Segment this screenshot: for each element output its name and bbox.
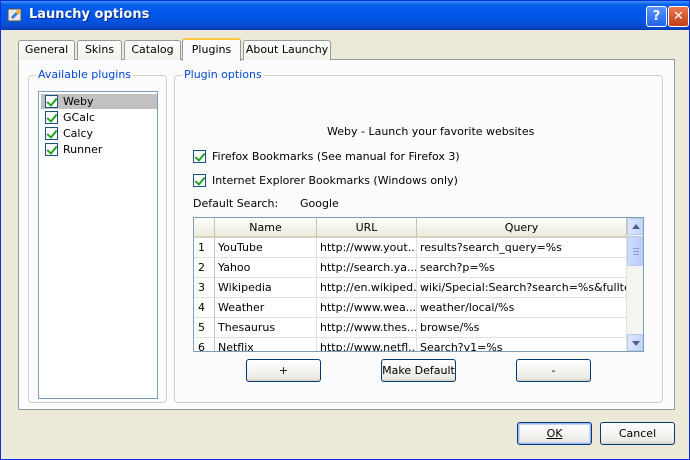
row-number: 3 [194,278,215,298]
site-name-cell[interactable]: YouTube [215,238,317,258]
query-column-header[interactable]: Query [417,218,627,238]
site-name-cell[interactable]: Yahoo [215,258,317,278]
close-button[interactable]: ✕ [668,6,689,27]
grip-line [633,254,639,255]
site-url-cell[interactable]: http://en.wikiped... [317,278,417,298]
launchy-app-icon [7,8,22,22]
row-number: 1 [194,238,215,258]
site-query-cell[interactable]: browse/%s [417,318,627,338]
plugin-item-calcy[interactable]: Calcy [41,126,157,141]
table-corner-header [194,218,215,238]
site-name-cell[interactable]: Thesaurus [215,318,317,338]
remove-site-button[interactable]: - [516,359,591,382]
plugin-item-runner[interactable]: Runner [41,142,157,157]
site-name-cell[interactable]: Wikipedia [215,278,317,298]
tab-about-launchy[interactable]: About Launchy [243,40,331,60]
table-row[interactable]: 6 Netflix http://www.netfl... Search?v1=… [194,338,627,351]
make-default-button[interactable]: Make Default [381,359,456,382]
site-query-cell[interactable]: search?p=%s [417,258,627,278]
tab-general[interactable]: General [18,40,75,60]
plugin-item-weby[interactable]: Weby [41,94,157,109]
site-query-cell[interactable]: Search?v1=%s [417,338,627,351]
table-row[interactable]: 2 Yahoo http://search.ya... search?p=%s [194,258,627,278]
name-column-header[interactable]: Name [215,218,327,238]
arrow-up-icon [632,224,640,229]
ok-button[interactable]: OK [517,422,592,445]
firefox-bookmarks-label: Firefox Bookmarks (See manual for Firefo… [212,150,460,163]
scroll-thumb[interactable] [627,236,643,266]
plugin-item-label: GCalc [63,111,96,124]
help-button[interactable]: ? [646,6,667,27]
firefox-bookmarks-checkbox[interactable] [193,150,206,163]
default-search-label: Default Search: [193,197,279,210]
grip-line [633,248,639,249]
row-number: 6 [194,338,215,351]
ie-bookmarks-checkbox[interactable] [193,174,206,187]
plugin-options-label: Plugin options [182,68,264,81]
available-plugins-list[interactable]: Weby GCalc Calcy Runner [38,91,158,399]
site-query-cell[interactable]: weather/local/%s [417,298,627,318]
tab-catalog[interactable]: Catalog [124,40,181,60]
table-row[interactable]: 4 Weather http://www.wea... weather/loca… [194,298,627,318]
table-row[interactable]: 3 Wikipedia http://en.wikiped... wiki/Sp… [194,278,627,298]
available-plugins-label: Available plugins [36,68,134,81]
grip-line [633,251,639,252]
plugin-item-gcalc[interactable]: GCalc [41,110,157,125]
title-bar[interactable]: Launchy options ? ✕ [1,1,689,30]
site-url-cell[interactable]: http://www.wea... [317,298,417,318]
add-site-button[interactable]: + [246,359,321,382]
ie-bookmarks-label: Internet Explorer Bookmarks (Windows onl… [212,174,458,187]
plugin-calcy-checkbox[interactable] [45,127,58,140]
tab-plugins[interactable]: Plugins [182,38,241,61]
site-query-cell[interactable]: results?search_query=%s [417,238,627,258]
site-name-cell[interactable]: Netflix [215,338,317,351]
scroll-down-button[interactable] [627,334,643,351]
plugin-item-label: Calcy [63,127,94,140]
site-name-cell[interactable]: Weather [215,298,317,318]
url-column-header[interactable]: URL [317,218,417,238]
site-query-cell[interactable]: wiki/Special:Search?search=%s&fulltext..… [417,278,627,298]
site-url-cell[interactable]: http://www.yout... [317,238,417,258]
row-number: 4 [194,298,215,318]
row-number: 5 [194,318,215,338]
site-url-cell[interactable]: http://search.ya... [317,258,417,278]
window-title: Launchy options [29,7,150,22]
sites-table[interactable]: Name URL Query 1 YouTube http://www.yout… [193,217,644,352]
launchy-options-window: Launchy options ? ✕ General Skins Catalo… [0,0,690,460]
ok-button-label: OK [546,427,563,440]
site-url-cell[interactable]: http://www.netfl... [317,338,417,351]
arrow-down-icon [632,341,640,346]
tab-skins[interactable]: Skins [77,40,122,60]
plugin-runner-checkbox[interactable] [45,143,58,156]
cancel-button[interactable]: Cancel [600,422,675,445]
row-number: 2 [194,258,215,278]
plugin-item-label: Weby [63,95,94,108]
plugin-item-label: Runner [63,143,103,156]
name-header-label: Name [249,221,282,234]
table-vertical-scrollbar[interactable] [627,218,643,351]
site-url-cell[interactable]: http://www.thes... [317,318,417,338]
plugin-weby-checkbox[interactable] [45,95,58,108]
default-search-value: Google [300,197,339,210]
plugin-gcalc-checkbox[interactable] [45,111,58,124]
table-row[interactable]: 5 Thesaurus http://www.thes... browse/%s [194,318,627,338]
plugin-description: Weby - Launch your favorite websites [327,125,535,138]
table-row[interactable]: 1 YouTube http://www.yout... results?sea… [194,238,627,258]
scroll-up-button[interactable] [627,218,643,235]
